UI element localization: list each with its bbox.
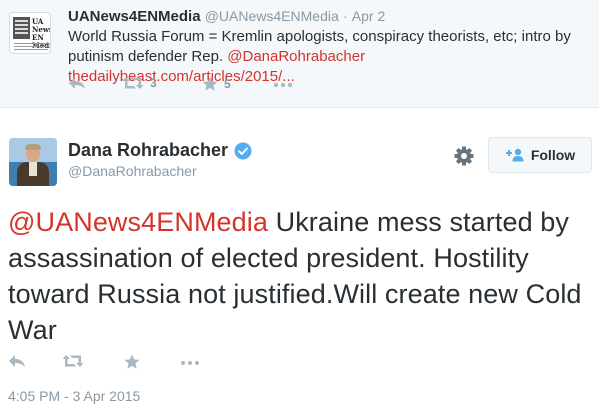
parent-tweet[interactable]: UA News EN Media UANews4ENMedia @UANews4… [0,0,599,108]
reply-button[interactable] [8,354,26,368]
parent-date[interactable]: Apr 2 [352,8,385,24]
more-icon [274,83,292,87]
tweet-timestamp[interactable]: 4:05 PM - 3 Apr 2015 [8,388,140,404]
favorite-button[interactable] [124,354,140,370]
reply-icon [9,355,25,367]
verified-badge-icon [234,142,252,159]
parent-url-link[interactable]: thedailybeast.com/articles/2015/... [68,68,295,85]
avatar-logo-text: UA News EN Media [32,17,51,50]
main-tweet[interactable]: Dana Rohrabacher @DanaRohrabacher Follow… [0,108,599,420]
favorite-icon [124,354,140,369]
parent-display-name[interactable]: UANews4ENMedia [68,8,201,25]
follow-person-icon [505,148,524,162]
avatar-lines [14,43,48,44]
parent-more-button[interactable] [273,78,293,92]
author-handle[interactable]: @DanaRohrabacher [68,163,252,179]
retweet-icon [122,77,144,89]
follow-button[interactable]: Follow [488,137,592,173]
gear-icon[interactable] [454,146,474,166]
author-avatar[interactable] [9,138,57,186]
parent-handle[interactable]: @UANews4ENMedia [205,8,339,24]
parent-favorite-button[interactable]: 5 [202,76,231,92]
parent-mention-link[interactable]: @DanaRohrabacher [227,48,365,65]
parent-favorite-count: 5 [224,77,231,91]
parent-separator: · [342,8,348,24]
more-button[interactable] [180,356,200,370]
avatar-hair [25,144,41,150]
main-tweet-text: @UANews4ENMedia Ukraine mess started by … [8,204,593,348]
parent-reply-button[interactable] [68,76,86,90]
avatar-shirt [29,162,37,176]
retweet-button[interactable] [62,354,84,368]
more-icon [181,361,199,365]
reply-icon [69,77,85,89]
retweet-icon [62,355,84,367]
author-display-name[interactable]: Dana Rohrabacher [68,140,228,161]
parent-avatar[interactable]: UA News EN Media [9,12,51,54]
author-info: Dana Rohrabacher @DanaRohrabacher [68,140,252,179]
author-name-row: Dana Rohrabacher [68,140,252,161]
main-mention-link[interactable]: @UANews4ENMedia [8,207,268,237]
favorite-icon [202,76,218,91]
newspaper-icon [13,17,30,39]
parent-retweet-button[interactable]: 3 [122,76,157,90]
parent-header: UANews4ENMedia @UANews4ENMedia · Apr 2 [68,8,385,25]
parent-retweet-count: 3 [150,76,157,90]
follow-label: Follow [530,147,576,163]
